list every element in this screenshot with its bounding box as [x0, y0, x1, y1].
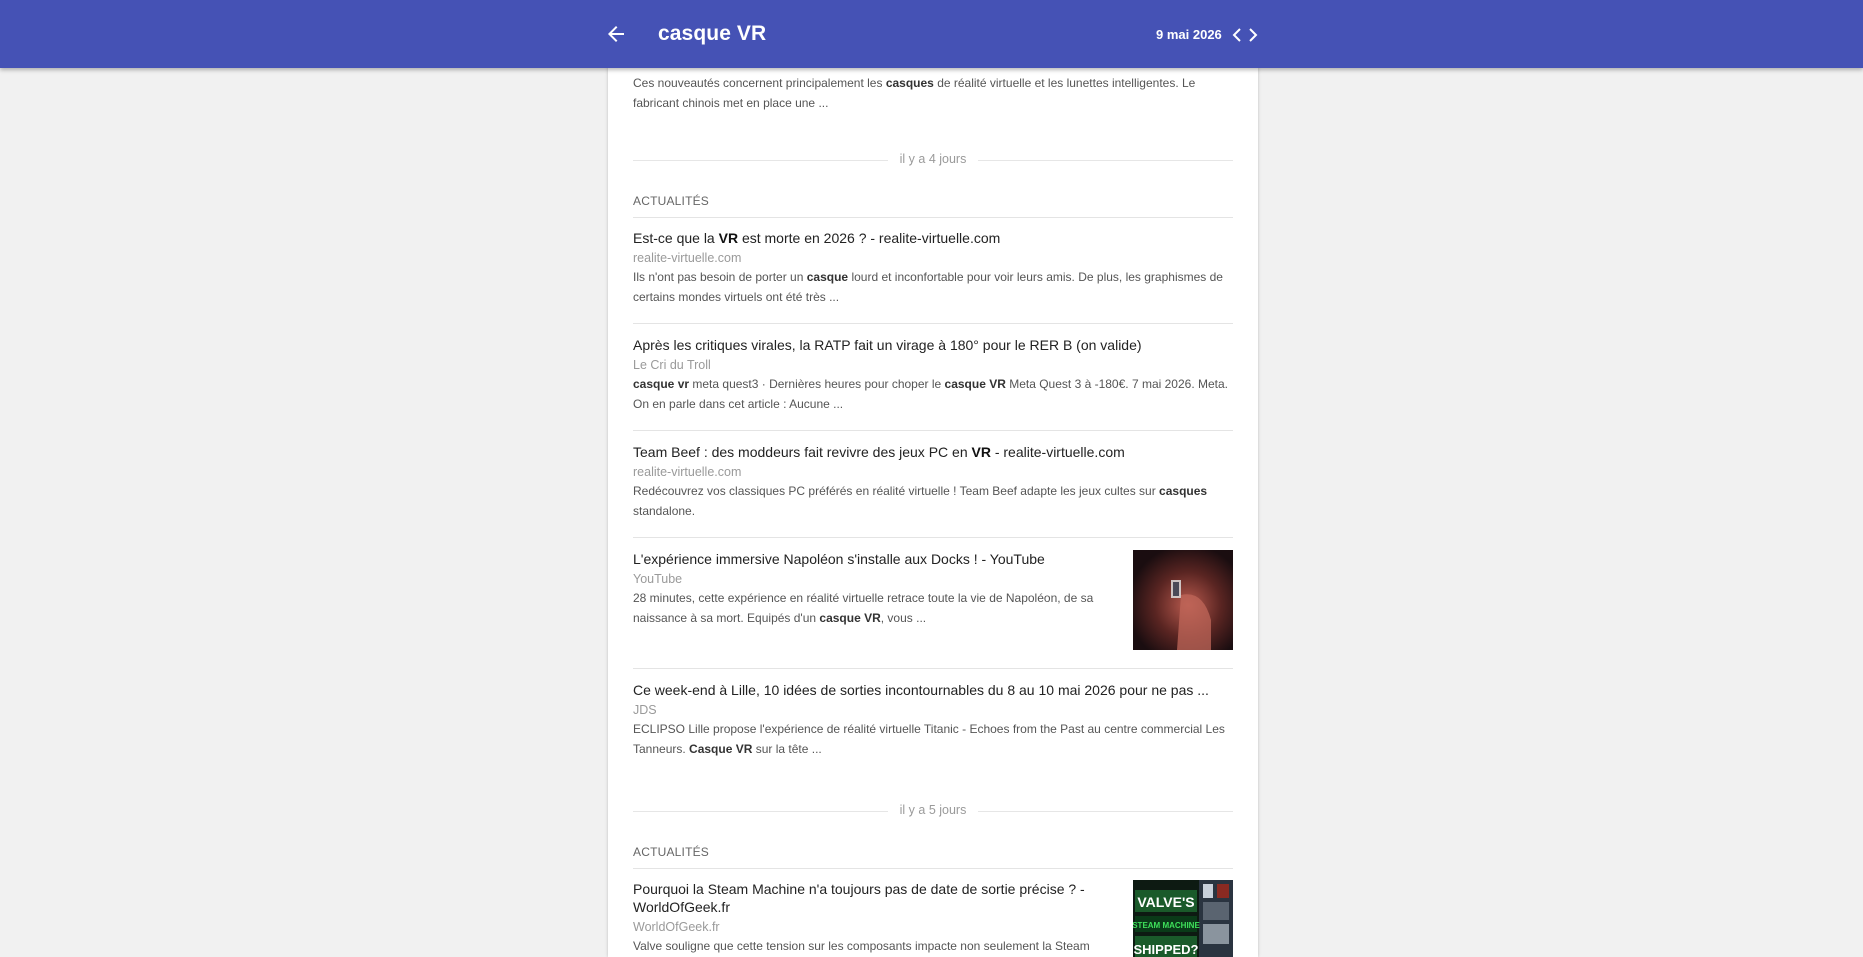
item-source: YouTube [633, 572, 683, 586]
thumb-text-line: STEAM MACHINE [1133, 921, 1200, 930]
item-title[interactable]: Est-ce que la VR est morte en 2026 ? - r… [633, 229, 1233, 247]
item-source: Le Cri du Troll [633, 358, 711, 372]
thumb-text-line: SHIPPED? [1133, 942, 1198, 957]
item-snippet: Valve souligne que cette tension sur les… [633, 939, 1090, 953]
item-title[interactable]: Ce week-end à Lille, 10 idées de sorties… [633, 681, 1233, 699]
steam-thumbnail[interactable]: VALVE'S STEAM MACHINE SHIPPED? [1133, 880, 1233, 957]
top-app-bar: casque VR 9 mai 2026 [0, 0, 1863, 68]
item-snippet: Redécouvrez vos classiques PC préférés e… [633, 484, 1208, 518]
list-item[interactable]: Ce week-end à Lille, 10 idées de sorties… [633, 681, 1233, 759]
item-snippet: Ces nouveautés concernent principalement… [633, 76, 1196, 110]
list-item[interactable]: Après les critiques virales, la RATP fai… [633, 336, 1233, 414]
section-header: ACTUALITÉS [633, 194, 710, 208]
item-title[interactable]: Après les critiques virales, la RATP fai… [633, 336, 1233, 354]
video-thumbnail[interactable] [1133, 550, 1233, 650]
list-item[interactable]: L'expérience immersive Napoléon s'instal… [633, 550, 1123, 628]
item-source: realite-virtuelle.com [633, 251, 742, 265]
item-source: WorldOfGeek.fr [633, 920, 720, 934]
item-source: realite-virtuelle.com [633, 465, 742, 479]
section-header: ACTUALITÉS [633, 845, 710, 859]
list-item[interactable]: Est-ce que la VR est morte en 2026 ? - r… [633, 229, 1233, 307]
date-divider-label: il y a 5 jours [891, 803, 975, 817]
list-item[interactable]: Pourquoi la Steam Machine n'a toujours p… [633, 880, 1123, 956]
item-source: JDS [633, 703, 657, 717]
item-title[interactable]: L'expérience immersive Napoléon s'instal… [633, 550, 1123, 568]
top-snippet: Ces nouveautés concernent principalement… [633, 73, 1233, 113]
date-divider: il y a 5 jours [633, 801, 1233, 821]
item-snippet: 28 minutes, cette expérience en réalité … [633, 591, 1094, 625]
page-title: casque VR [658, 22, 767, 45]
date-divider: il y a 4 jours [633, 150, 1233, 170]
list-item[interactable]: Team Beef : des moddeurs fait revivre de… [633, 443, 1233, 521]
date-divider-label: il y a 4 jours [891, 152, 975, 166]
item-title[interactable]: Pourquoi la Steam Machine n'a toujours p… [633, 880, 1123, 916]
results-card: Ces nouveautés concernent principalement… [608, 55, 1258, 957]
date-label: 9 mai 2026 [1156, 27, 1222, 42]
item-snippet: Ils n'ont pas besoin de porter un casque… [633, 270, 1223, 304]
back-arrow-icon[interactable] [604, 22, 628, 46]
item-title[interactable]: Team Beef : des moddeurs fait revivre de… [633, 443, 1233, 461]
item-snippet: casque vr meta quest3 · Dernières heures… [633, 377, 1228, 411]
chevron-right-icon[interactable] [1246, 27, 1260, 43]
item-snippet: ECLIPSO Lille propose l'expérience de ré… [633, 722, 1225, 756]
thumb-text-line: VALVE'S [1137, 894, 1194, 910]
chevron-left-icon[interactable] [1230, 27, 1244, 43]
